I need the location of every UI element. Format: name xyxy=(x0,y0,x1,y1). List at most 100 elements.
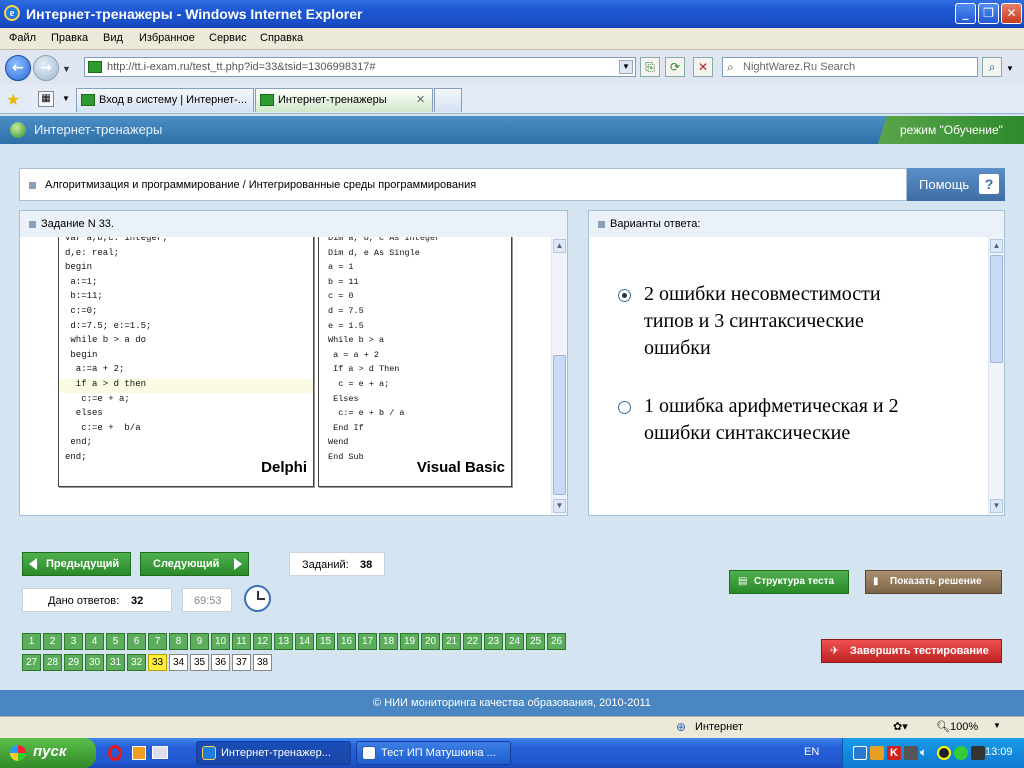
zoom-icon[interactable]: 🔍︎ xyxy=(936,720,950,733)
question-number[interactable]: 16 xyxy=(337,633,356,650)
question-number[interactable]: 23 xyxy=(484,633,503,650)
question-number[interactable]: 34 xyxy=(169,654,188,671)
search-button[interactable]: ⌕ xyxy=(982,57,1002,77)
task-scrollbar[interactable]: ▲ ▼ xyxy=(551,237,567,515)
question-number[interactable]: 25 xyxy=(526,633,545,650)
question-number[interactable]: 18 xyxy=(379,633,398,650)
test-structure-button[interactable]: ▤ Структура теста xyxy=(729,570,849,594)
compat-view-icon[interactable]: ⎘ xyxy=(640,57,660,77)
favorites-star-icon[interactable]: ★ xyxy=(6,90,20,110)
scroll-thumb[interactable] xyxy=(553,355,566,495)
address-dropdown-icon[interactable]: ▼ xyxy=(619,60,633,74)
history-dropdown-icon[interactable]: ▼ xyxy=(62,64,71,74)
question-number[interactable]: 10 xyxy=(211,633,230,650)
maximize-button[interactable]: ❐ xyxy=(978,3,999,24)
quick-tabs-icon[interactable]: ▦ xyxy=(38,91,54,107)
finish-button[interactable]: ✈ Завершить тестирование xyxy=(821,639,1002,663)
question-number[interactable]: 7 xyxy=(148,633,167,650)
next-button[interactable]: Следующий xyxy=(140,552,249,576)
taskbar-item-word[interactable]: Тест ИП Матушкина ... xyxy=(356,741,511,765)
tray-app-icon[interactable] xyxy=(954,746,968,760)
tray-app-icon[interactable] xyxy=(904,746,918,760)
scroll-thumb[interactable] xyxy=(990,255,1003,363)
tray-app-icon[interactable] xyxy=(870,746,884,760)
prev-button[interactable]: Предыдущий xyxy=(22,552,131,576)
question-number[interactable]: 20 xyxy=(421,633,440,650)
forward-button[interactable]: → xyxy=(33,55,59,81)
start-button[interactable]: пуск xyxy=(0,738,96,768)
address-field[interactable]: http://tt.i-exam.ru/test_tt.php?id=33&ts… xyxy=(84,57,636,77)
menu-tools[interactable]: Сервис xyxy=(209,32,247,44)
tray-k-icon[interactable]: K xyxy=(887,746,901,760)
answer-radio[interactable] xyxy=(618,289,631,302)
question-number[interactable]: 29 xyxy=(64,654,83,671)
answers-scrollbar[interactable]: ▲ ▼ xyxy=(988,237,1004,515)
answer-option[interactable]: 2 ошибки несовместимости типов и 3 синта… xyxy=(618,281,904,362)
quicklaunch-icon[interactable] xyxy=(132,746,146,760)
zoom-level[interactable]: 100% xyxy=(950,721,978,733)
show-solution-button[interactable]: ▮ Показать решение xyxy=(865,570,1002,594)
question-number[interactable]: 30 xyxy=(85,654,104,671)
tray-app-icon[interactable] xyxy=(971,746,985,760)
zoom-dropdown-icon[interactable]: ▼ xyxy=(993,721,1001,730)
tab-list-icon[interactable]: ▼ xyxy=(62,94,70,103)
tray-app-icon[interactable] xyxy=(937,746,951,760)
scroll-down-icon[interactable]: ▼ xyxy=(553,499,566,513)
question-number[interactable]: 2 xyxy=(43,633,62,650)
question-number[interactable]: 17 xyxy=(358,633,377,650)
tab-trainers[interactable]: Интернет-тренажеры ✕ xyxy=(255,88,433,112)
minimize-button[interactable]: _ xyxy=(955,3,976,24)
question-number[interactable]: 5 xyxy=(106,633,125,650)
question-number[interactable]: 11 xyxy=(232,633,251,650)
language-indicator[interactable]: EN xyxy=(804,746,819,758)
question-number[interactable]: 27 xyxy=(22,654,41,671)
new-tab-button[interactable] xyxy=(434,88,462,112)
stop-icon[interactable]: ✕ xyxy=(693,57,713,77)
question-number[interactable]: 32 xyxy=(127,654,146,671)
help-button[interactable]: Помощь ? xyxy=(907,168,1005,201)
question-number[interactable]: 33 xyxy=(148,654,167,671)
question-number[interactable]: 9 xyxy=(190,633,209,650)
scroll-down-icon[interactable]: ▼ xyxy=(990,499,1003,513)
tab-close-icon[interactable]: ✕ xyxy=(416,93,425,106)
question-number[interactable]: 36 xyxy=(211,654,230,671)
question-number[interactable]: 8 xyxy=(169,633,188,650)
protected-mode-icon[interactable]: ✿▾ xyxy=(893,720,908,733)
question-number[interactable]: 4 xyxy=(85,633,104,650)
menu-view[interactable]: Вид xyxy=(103,32,123,44)
answer-radio[interactable] xyxy=(618,401,631,414)
question-number[interactable]: 31 xyxy=(106,654,125,671)
question-number[interactable]: 12 xyxy=(253,633,272,650)
question-number[interactable]: 14 xyxy=(295,633,314,650)
question-number[interactable]: 38 xyxy=(253,654,272,671)
taskbar-item-ie[interactable]: Интернет-тренажер... xyxy=(196,741,351,765)
back-button[interactable]: ← xyxy=(5,55,31,81)
question-number[interactable]: 19 xyxy=(400,633,419,650)
answer-option[interactable]: 1 ошибка арифметическая и 2 ошибки синта… xyxy=(618,393,904,447)
question-number[interactable]: 13 xyxy=(274,633,293,650)
question-number[interactable]: 26 xyxy=(547,633,566,650)
search-options-icon[interactable]: ▼ xyxy=(1006,64,1014,73)
scroll-up-icon[interactable]: ▲ xyxy=(553,239,566,253)
menu-help[interactable]: Справка xyxy=(260,32,303,44)
show-desktop-icon[interactable] xyxy=(152,746,168,759)
close-button[interactable]: ✕ xyxy=(1001,3,1022,24)
menu-file[interactable]: Файл xyxy=(9,32,36,44)
question-number[interactable]: 15 xyxy=(316,633,335,650)
question-number[interactable]: 6 xyxy=(127,633,146,650)
question-number[interactable]: 1 xyxy=(22,633,41,650)
menu-favorites[interactable]: Избранное xyxy=(139,32,195,44)
volume-icon[interactable]: 🔈︎ xyxy=(920,745,927,760)
search-field[interactable]: ⌕ NightWarez.Ru Search xyxy=(722,57,978,77)
question-number[interactable]: 22 xyxy=(463,633,482,650)
tab-login[interactable]: Вход в систему | Интернет-... xyxy=(76,88,254,112)
menu-edit[interactable]: Правка xyxy=(51,32,88,44)
refresh-icon[interactable]: ⟳ xyxy=(665,57,685,77)
question-number[interactable]: 28 xyxy=(43,654,62,671)
scroll-up-icon[interactable]: ▲ xyxy=(990,239,1003,253)
question-number[interactable]: 35 xyxy=(190,654,209,671)
question-number[interactable]: 3 xyxy=(64,633,83,650)
opera-icon[interactable] xyxy=(108,745,122,761)
question-number[interactable]: 37 xyxy=(232,654,251,671)
tray-app-icon[interactable] xyxy=(853,746,867,760)
